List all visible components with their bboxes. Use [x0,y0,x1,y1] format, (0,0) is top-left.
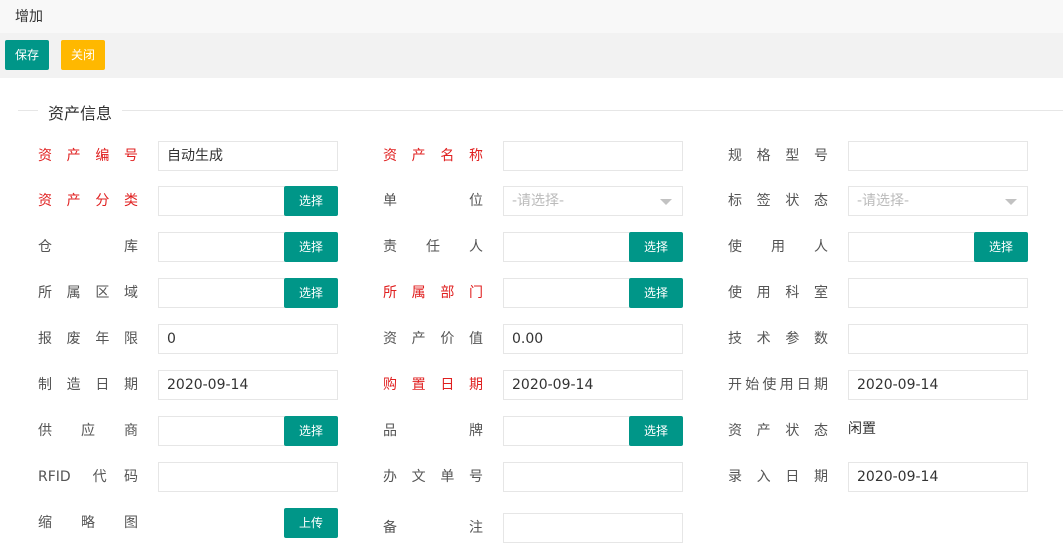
label-unit: 单位 [383,193,483,209]
mfg-date-input[interactable]: 2020-09-14 [158,370,338,400]
label-doc-no: 办文单号 [383,469,483,485]
label-value: 资产价值 [383,331,483,347]
label-region: 所属区域 [38,285,138,301]
owner-input[interactable] [503,232,630,262]
label-entry-date: 录入日期 [728,469,828,485]
section-input[interactable] [848,278,1028,308]
dept-input[interactable] [503,278,630,308]
user-select-button[interactable]: 选择 [974,232,1028,262]
asset-status-value: 闲置 [848,421,876,437]
entry-date-input[interactable]: 2020-09-14 [848,462,1028,492]
fieldset-line [18,110,38,111]
toolbar: 保存 关闭 [0,33,1063,78]
value-input[interactable]: 0.00 [503,324,683,354]
label-brand: 品牌 [383,423,483,439]
label-section: 使用科室 [728,285,828,301]
label-supplier: 供应商 [38,423,138,439]
label-rfid: RFID 代码 [38,469,138,485]
supplier-select-button[interactable]: 选择 [284,416,338,446]
label-warehouse: 仓库 [38,239,138,255]
form-panel: 资产信息 资产编号 自动生成 资产名称 规格型号 资产分类 选择 单位 -请选择… [0,78,1063,548]
tag-status-placeholder: -请选择- [857,193,910,209]
category-input[interactable] [158,186,285,216]
label-thumb: 缩略图 [38,515,138,531]
brand-select-button[interactable]: 选择 [629,416,683,446]
close-button[interactable]: 关闭 [61,40,105,70]
fieldset-line [122,110,1063,111]
label-tag-status: 标签状态 [728,193,828,209]
window-titlebar: 增加 [0,0,1063,33]
upload-button[interactable]: 上传 [284,508,338,538]
label-spec: 规格型号 [728,148,828,164]
remark-input[interactable] [503,513,683,543]
brand-input[interactable] [503,416,630,446]
warehouse-select-button[interactable]: 选择 [284,232,338,262]
label-remark: 备注 [383,520,483,536]
unit-select-placeholder: -请选择- [512,193,565,209]
start-date-input[interactable]: 2020-09-14 [848,370,1028,400]
tech-params-input[interactable] [848,324,1028,354]
label-asset-no: 资产编号 [38,148,138,164]
supplier-input[interactable] [158,416,285,446]
chevron-down-icon [660,199,672,205]
label-asset-status: 资产状态 [728,423,828,439]
page-title: 增加 [15,9,43,25]
label-user: 使用人 [728,239,828,255]
fieldset-legend: 资产信息 [48,104,113,123]
save-button[interactable]: 保存 [5,40,49,70]
unit-select[interactable]: -请选择- [503,186,683,216]
label-owner: 责任人 [383,239,483,255]
label-category: 资产分类 [38,193,138,209]
label-purchase-date: 购置日期 [383,377,483,393]
label-scrap-years: 报废年限 [38,331,138,347]
region-select-button[interactable]: 选择 [284,278,338,308]
chevron-down-icon [1005,199,1017,205]
rfid-input[interactable] [158,462,338,492]
category-select-button[interactable]: 选择 [284,186,338,216]
region-input[interactable] [158,278,285,308]
label-start-date: 开始使用日期 [728,377,828,393]
warehouse-input[interactable] [158,232,285,262]
scrap-years-input[interactable]: 0 [158,324,338,354]
doc-no-input[interactable] [503,462,683,492]
asset-no-input[interactable]: 自动生成 [158,141,338,171]
asset-name-input[interactable] [503,141,683,171]
dept-select-button[interactable]: 选择 [629,278,683,308]
label-dept: 所属部门 [383,285,483,301]
label-asset-name: 资产名称 [383,148,483,164]
tag-status-select[interactable]: -请选择- [848,186,1028,216]
label-tech-params: 技术参数 [728,331,828,347]
spec-input[interactable] [848,141,1028,171]
label-mfg-date: 制造日期 [38,377,138,393]
purchase-date-input[interactable]: 2020-09-14 [503,370,683,400]
owner-select-button[interactable]: 选择 [629,232,683,262]
user-input[interactable] [848,232,975,262]
